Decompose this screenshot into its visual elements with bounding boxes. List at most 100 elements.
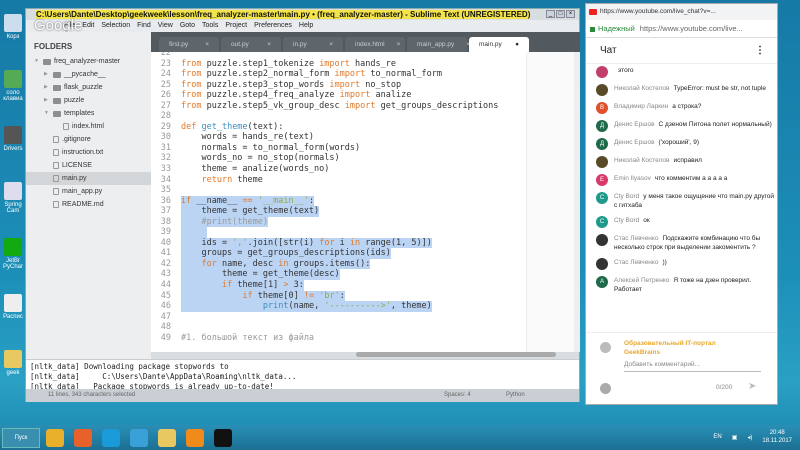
avatar — [596, 156, 608, 168]
desktop-icon[interactable]: JetBr PyChar — [0, 238, 26, 270]
address-bar[interactable]: Надежный https://www.youtube.com/live... — [586, 20, 777, 38]
sublime-window: C:\Users\Dante\Desktop\geekweek\lesson\f… — [25, 8, 580, 402]
desktop-icon[interactable]: Spring Cam — [0, 182, 26, 214]
tree-item[interactable]: ▶ __pycache__ — [26, 68, 151, 81]
indentation-status[interactable]: Spaces: 4 — [444, 389, 471, 402]
tree-item[interactable]: .gitignore — [26, 133, 151, 146]
url-text[interactable]: https://www.youtube.com/live... — [640, 24, 743, 33]
message-text: ок — [643, 217, 650, 224]
code-line: 43 theme = get_theme(desc) — [151, 269, 574, 281]
code-token: puzzle.step4_freq_analyze — [201, 90, 340, 101]
taskbar-firefox-icon[interactable] — [74, 428, 92, 447]
disclosure-arrow-icon: ▶ — [44, 84, 48, 90]
menu-edit[interactable]: Edit — [82, 20, 94, 32]
code-editor[interactable]: 22 23 from puzzle.step1_tokenize import ha… — [151, 52, 574, 352]
menu-view[interactable]: View — [158, 20, 173, 32]
tree-item[interactable]: main_app.py — [26, 185, 151, 198]
volume-icon[interactable]: ◂) — [747, 434, 752, 441]
language-indicator[interactable]: EN — [713, 434, 721, 440]
tab-main-py[interactable]: main.py ● — [469, 37, 529, 52]
tab-main_app-py[interactable]: main_app.py× — [407, 37, 470, 52]
tree-item[interactable]: ▶ flask_puzzle — [26, 81, 151, 94]
message-author[interactable]: Владимир Ларкин — [614, 103, 668, 110]
tab-close-icon[interactable]: × — [267, 37, 271, 52]
start-button[interactable]: Пуск — [2, 427, 40, 448]
menu-goto[interactable]: Goto — [180, 20, 195, 32]
syntax-status[interactable]: Python — [506, 389, 525, 402]
menu-tools[interactable]: Tools — [202, 20, 218, 32]
minimize-button[interactable]: _ — [546, 10, 555, 18]
tree-item[interactable]: ▼ freq_analyzer-master — [26, 55, 151, 68]
tab-close-icon[interactable]: × — [397, 37, 401, 52]
code-token: #1. большой текст из файла — [181, 332, 315, 343]
close-button[interactable]: × — [566, 10, 575, 18]
code-token: ',' — [232, 237, 248, 248]
file-tree: ▼ freq_analyzer-master ▶ __pycache__ ▶ flask_… — [26, 55, 151, 211]
code-content: from puzzle.step4_freq_analyze import an… — [181, 90, 411, 101]
message-author[interactable]: Стас Левченко — [614, 235, 658, 242]
tab-index-html[interactable]: index.html × — [345, 37, 405, 52]
code-content: #print(theme) — [181, 216, 268, 228]
message-author[interactable]: Emin Ilyasov — [614, 175, 651, 182]
code-token: : — [309, 195, 315, 206]
code-line: 37 theme = get_theme(text) — [151, 206, 574, 217]
menu-find[interactable]: Find — [137, 20, 151, 32]
tree-item[interactable]: ▶ puzzle — [26, 94, 151, 107]
desktop-icon[interactable]: сoло клавиа — [0, 70, 26, 102]
tree-item[interactable]: ▼ templates — [26, 107, 151, 120]
horizontal-scrollbar[interactable] — [356, 352, 556, 357]
message-author[interactable]: Стас Левченко — [614, 259, 658, 266]
message-author[interactable]: Cty Bord — [614, 193, 639, 200]
clock[interactable]: 20:48 18.11.2017 — [762, 429, 792, 445]
desktop-icon[interactable]: Drivers — [0, 126, 26, 152]
taskbar-cmd-icon[interactable] — [214, 428, 232, 447]
desktop-icon[interactable]: Распис — [0, 294, 26, 320]
taskbar-telegram-icon[interactable] — [130, 428, 148, 447]
tab-in-py[interactable]: in.py × — [283, 37, 343, 52]
tab-out-py[interactable]: out.py × — [221, 37, 281, 52]
desktop-icon[interactable]: Корз — [0, 14, 26, 40]
message-author[interactable]: Николай Костелов — [614, 85, 669, 92]
menu-project[interactable]: Project — [225, 20, 247, 32]
tab-first-py[interactable]: first.py × — [159, 37, 219, 52]
message-author[interactable]: Денис Ершов — [614, 139, 655, 146]
message-author[interactable]: Алексей Петренко — [614, 277, 669, 284]
message-author[interactable]: Cty Bord — [614, 217, 639, 224]
taskbar-sublime-icon[interactable] — [186, 428, 204, 447]
code-content: if __name__ == '__main__': — [181, 195, 315, 207]
taskbar-chrome-icon[interactable] — [46, 428, 64, 447]
avatar: C — [596, 216, 608, 228]
tree-item[interactable]: main.py — [26, 172, 151, 185]
code-token: import — [334, 69, 366, 80]
minimap[interactable] — [526, 52, 574, 352]
menu-preferences[interactable]: Preferences — [254, 20, 292, 32]
console-line: [nltk_data] Package stopwords is already… — [30, 382, 274, 389]
tab-close-icon[interactable]: × — [205, 37, 209, 52]
line-number: 28 — [160, 111, 171, 122]
code-token: get_theme — [201, 121, 248, 132]
menu-help[interactable]: Help — [299, 20, 313, 32]
network-icon[interactable]: ▣ — [732, 434, 738, 441]
code-token: in — [349, 237, 361, 248]
menu-selection[interactable]: Selection — [101, 20, 130, 32]
emoji-icon[interactable] — [600, 383, 611, 394]
tree-item[interactable]: README.md — [26, 198, 151, 211]
unsaved-dot-icon[interactable]: ● — [515, 37, 519, 52]
tab-close-icon[interactable]: × — [329, 37, 333, 52]
comment-input[interactable]: Добавить комментарий... — [624, 361, 761, 372]
desktop-icon-image — [4, 350, 22, 368]
send-icon[interactable]: ➤ — [748, 381, 756, 392]
code-line: 44 if theme[1] > 3: — [151, 280, 574, 291]
line-number: 27 — [160, 100, 171, 111]
taskbar-skype-icon[interactable] — [102, 428, 120, 447]
tree-item[interactable]: index.html — [26, 120, 151, 133]
maximize-button[interactable]: □ — [556, 10, 565, 18]
tree-item[interactable]: instruction.txt — [26, 146, 151, 159]
tree-item[interactable]: LICENSE — [26, 159, 151, 172]
desktop-icon[interactable]: geek — [0, 350, 26, 376]
more-menu-icon[interactable]: ⋮ — [755, 38, 765, 64]
vertical-scrollbar[interactable] — [574, 52, 580, 352]
message-author[interactable]: Денис Ершов — [614, 121, 655, 128]
message-author[interactable]: Николай Костелов — [614, 157, 669, 164]
taskbar-explorer-icon[interactable] — [158, 428, 176, 447]
